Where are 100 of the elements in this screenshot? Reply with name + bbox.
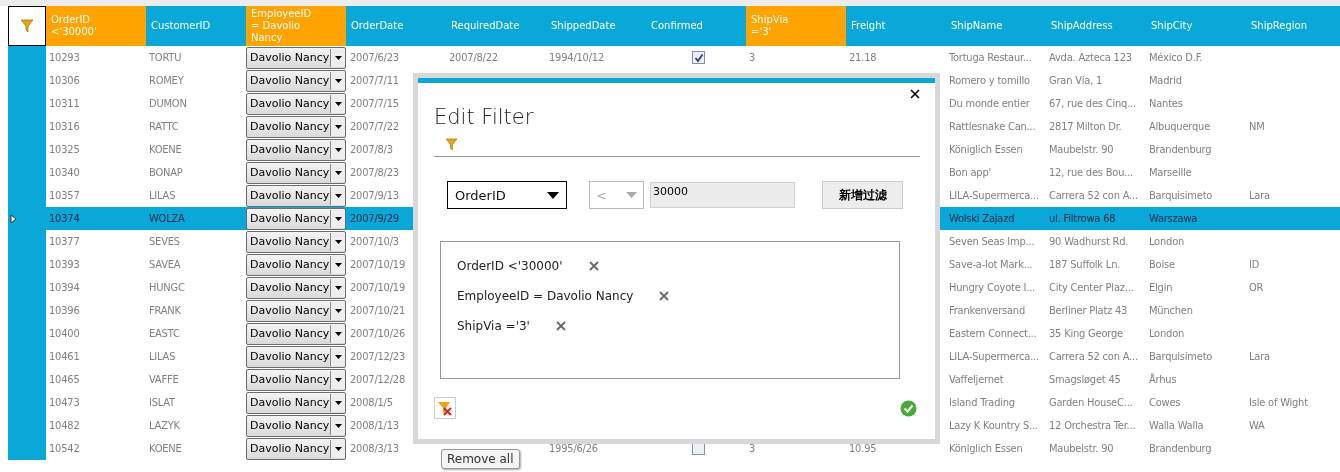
order-date-cell: 2007/8/3 [350,143,393,156]
ship-name-cell: Wolski Zajazd [949,212,1015,225]
employee-combobox[interactable]: Davolio Nancy [246,115,346,138]
ship-city-cell: México D.F. [1149,51,1203,64]
dropdown-arrow-icon [334,216,342,221]
ship-region-cell: WA [1249,419,1265,432]
order-id-cell: 10377 [49,235,80,248]
ship-address-cell: Carrera 52 con A... [1049,189,1138,202]
employee-combobox[interactable]: Davolio Nancy [246,345,346,368]
dropdown-arrow-icon [334,308,342,313]
ship-name-cell: Rattlesnake Can... [949,120,1036,133]
current-row-icon [10,213,17,224]
order-date-cell: 2007/7/22 [350,120,399,133]
ship-region-cell: Isle of Wight [1249,396,1308,409]
filter-button[interactable] [8,6,46,46]
remove-all-button[interactable] [434,397,456,419]
employee-combobox[interactable]: Davolio Nancy [246,161,346,184]
customer-id-cell: HUNGC [149,281,185,294]
ship-address-cell: 35 King George [1049,327,1123,340]
employee-combobox[interactable]: Davolio Nancy [246,391,346,414]
order-date-cell: 2007/10/19 [350,281,406,294]
customer-id-cell: EASTC [149,327,180,340]
employee-combobox[interactable]: Davolio Nancy [246,184,346,207]
order-id-cell: 10542 [49,442,80,455]
order-id-cell: 10340 [49,166,80,179]
ship-city-cell: Barquisimeto [1149,189,1213,202]
order-id-cell: 10396 [49,304,80,317]
ship-address-cell: City Center Plaz... [1049,281,1134,294]
employee-combobox[interactable]: Davolio Nancy [246,368,346,391]
customer-id-cell: FRANK [149,304,181,317]
order-id-cell: 10393 [49,258,80,271]
ship-name-cell: Du monde entier [949,97,1030,110]
ship-via-cell: 3 [749,442,756,455]
order-date-cell: 2007/7/11 [350,74,399,87]
order-date-cell: 2007/10/26 [350,327,406,340]
confirmed-checkbox[interactable] [692,51,705,64]
ship-address-cell: Maubelstr. 90 [1049,143,1114,156]
order-date-cell: 2008/1/5 [350,396,393,409]
ship-address-cell: 12, rue des Bou... [1049,166,1134,179]
employee-combobox[interactable]: Davolio Nancy [246,46,346,69]
ship-address-cell: Smagsløget 45 [1049,373,1121,386]
ship-name-cell: Vaffeljernet [949,373,1004,386]
employee-combobox[interactable]: Davolio Nancy [246,230,346,253]
order-id-cell: 10357 [49,189,80,202]
remove-icon[interactable] [659,291,670,301]
customer-id-cell: KOENE [149,143,182,156]
ship-name-cell: Lazy K Kountry S... [949,419,1038,432]
add-filter-button[interactable]: 新增过滤 [822,181,903,209]
order-date-cell: 2007/8/23 [350,166,399,179]
order-date-cell: 2007/9/13 [350,189,399,202]
employee-combobox[interactable]: Davolio Nancy [246,437,346,460]
ship-name-cell: Hungry Coyote I... [949,281,1036,294]
customer-id-cell: LILAS [149,350,176,363]
freight-cell: 10.95 [849,442,877,455]
required-date-cell: 2007/8/22 [449,51,498,64]
order-date-cell: 2007/10/3 [350,235,399,248]
ship-city-cell: Marseille [1149,166,1192,179]
employee-combobox[interactable]: Davolio Nancy [246,138,346,161]
customer-id-cell: KOENE [149,442,182,455]
ship-name-cell: Tortuga Restaur... [949,51,1032,64]
ship-region-cell: ID [1249,258,1260,271]
employee-combobox[interactable]: Davolio Nancy [246,414,346,437]
remove-icon[interactable] [588,261,599,271]
filter-condition: ShipVia ='3' [457,319,530,333]
row-header[interactable] [8,437,46,460]
dropdown-arrow-icon [334,377,342,382]
ship-address-cell: 67, rue des Cinq... [1049,97,1136,110]
value-field[interactable]: 30000 [650,182,795,208]
employee-combobox[interactable]: Davolio Nancy [246,207,346,230]
customer-id-cell: ROMEY [149,74,184,87]
shipped-date-cell: 1994/10/12 [549,51,605,64]
ship-city-cell: Århus [1149,373,1177,386]
customer-id-cell: TORTU [149,51,182,64]
employee-combobox[interactable]: Davolio Nancy [246,69,346,92]
employee-combobox[interactable]: Davolio Nancy [246,299,346,322]
ship-name-cell: Seven Seas Imp... [949,235,1035,248]
dropdown-arrow-icon [334,124,342,129]
order-date-cell: 2007/12/28 [350,373,406,386]
dropdown-arrow-icon [334,101,342,106]
order-id-cell: 10394 [49,281,80,294]
ship-region-cell: Lara [1249,189,1270,202]
close-icon[interactable] [910,89,920,99]
employee-combobox[interactable]: Davolio Nancy [246,276,346,299]
remove-icon[interactable] [555,321,566,331]
ok-icon[interactable] [900,399,917,417]
ship-name-cell: Bon app' [949,166,991,179]
order-id-cell: 10400 [49,327,80,340]
dropdown-arrow-icon [334,446,342,451]
freight-cell: 21.18 [849,51,877,64]
customer-id-cell: WOLZA [149,212,185,225]
customer-id-cell: ISLAT [149,396,175,409]
order-id-cell: 10374 [49,212,80,225]
dropdown-arrow-icon [334,147,342,152]
tooltip: Remove all [441,449,520,469]
employee-combobox[interactable]: Davolio Nancy [246,253,346,276]
dropdown-arrow-icon [334,331,342,336]
field-dropdown[interactable]: OrderID [447,181,567,209]
employee-combobox[interactable]: Davolio Nancy [246,322,346,345]
customer-id-cell: BONAP [149,166,183,179]
employee-combobox[interactable]: Davolio Nancy [246,92,346,115]
